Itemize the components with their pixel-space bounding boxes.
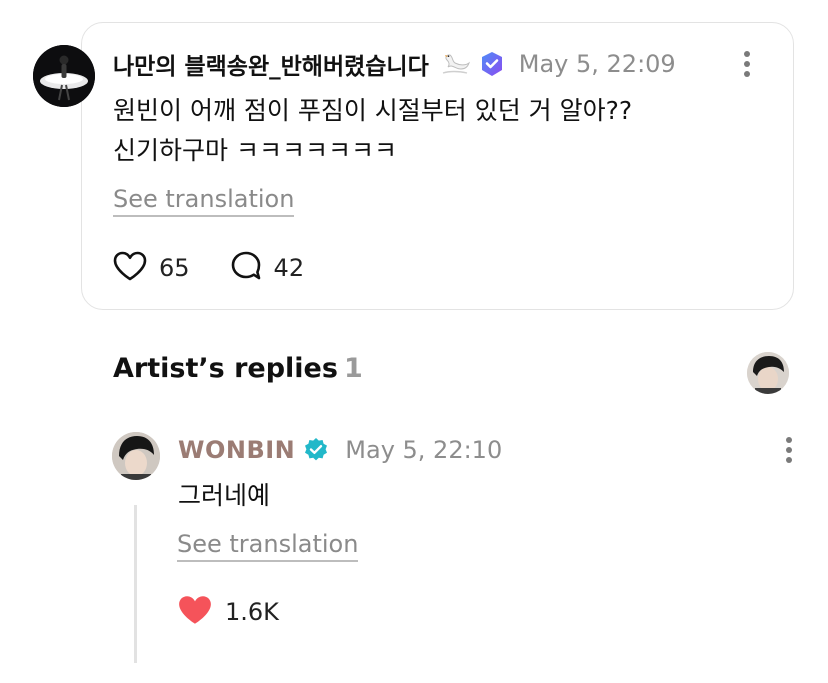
reply-more-icon[interactable] [786,437,792,463]
reply-see-translation-link[interactable]: See translation [177,529,359,562]
artist-avatar-small[interactable] [747,352,789,394]
post-comment-button[interactable]: 42 [230,250,305,286]
reply-like-count: 1.6K [225,598,279,626]
artist-replies-heading: Artist’s replies 1 [113,353,363,384]
reply-author-name[interactable]: WONBIN [178,436,295,464]
reply-body: 그러네예 [178,481,271,510]
post-timestamp: May 5, 22:09 [518,50,676,78]
fan-verified-icon [479,51,505,77]
post-body-line: 신기하구마 ㅋㅋㅋㅋㅋㅋㅋ [113,136,397,165]
heart-filled-icon [177,594,213,630]
post-body-line: 원빈이 어깨 점이 푸짐이 시절부터 있던 거 알아?? [113,96,633,125]
reply-thread-line [134,505,137,663]
post-comment-count: 42 [273,254,305,282]
artist-verified-icon [303,437,329,463]
comment-bubble-icon [230,250,262,286]
reply-author-avatar[interactable] [112,432,160,480]
post-body: 원빈이 어깨 점이 푸짐이 시절부터 있던 거 알아?? 신기하구마 ㅋㅋㅋㅋㅋ… [113,91,632,171]
post-header: 나만의 블랙송완_반해버렸습니다 May 5, 22:09 [113,42,676,86]
post-author-name[interactable]: 나만의 블랙송완_반해버렸습니다 [113,47,429,81]
swan-icon [437,49,471,79]
artist-replies-count: 1 [343,353,363,384]
artist-replies-title: Artist’s replies [113,353,338,384]
post-actions: 65 42 [113,248,304,288]
reply-timestamp: May 5, 22:10 [345,436,503,464]
post-like-button[interactable]: 65 [113,251,190,285]
reply-like-button[interactable]: 1.6K [177,592,279,632]
post-see-translation-link[interactable]: See translation [113,184,295,217]
post-like-count: 65 [159,254,190,282]
post-author-avatar[interactable] [33,45,95,107]
reply-header: WONBIN May 5, 22:10 [178,432,502,468]
comment-thread-page: 나만의 블랙송완_반해버렸습니다 May 5, 22:09 원빈이 어깨 점이 … [0,0,828,683]
post-more-icon[interactable] [744,51,750,77]
heart-outline-icon [113,251,147,285]
